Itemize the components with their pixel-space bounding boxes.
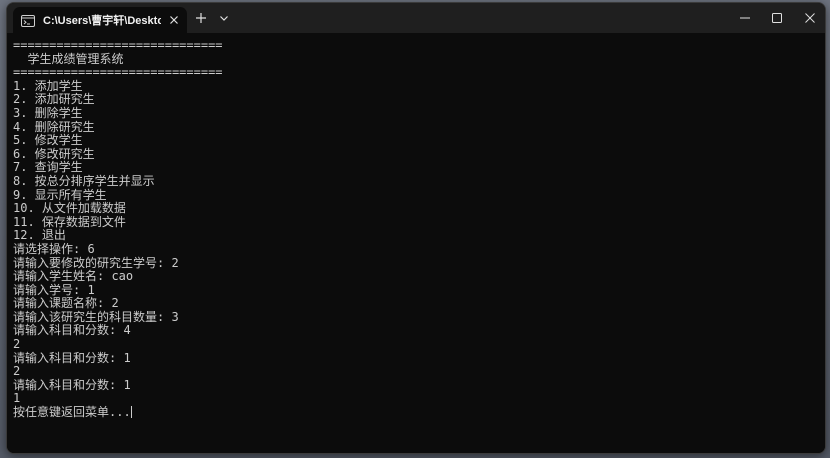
console-line: 6. 修改研究生 [13,146,95,161]
console-line: 1. 添加学生 [13,78,83,93]
maximize-icon [772,13,782,23]
new-tab-plus-icon[interactable] [193,10,209,26]
minimize-icon [740,17,750,19]
console-line: 8. 按总分排序学生并显示 [13,173,155,188]
console-line: 7. 查询学生 [13,160,83,175]
console-line: 请输入学号: 1 [13,282,95,297]
close-icon [805,13,815,23]
console-line: 1 [13,391,21,406]
console-line: 5. 修改学生 [13,133,83,148]
console-line: ============================= [13,65,223,80]
console-line: 请输入科目和分数: 1 [13,350,131,365]
maximize-button[interactable] [760,3,794,33]
text-cursor [130,406,132,419]
terminal-tab[interactable]: C:\Users\曹宇轩\Desktop\sco [13,7,187,33]
console-line: 请选择操作: 6 [13,241,95,256]
terminal-window: C:\Users\曹宇轩\Desktop\sco [6,2,826,454]
console-line: 请输入科目和分数: 1 [13,377,131,392]
minimize-button[interactable] [728,3,762,33]
console-output[interactable]: ============================= 学生成绩管理系统 ==… [7,33,825,453]
console-line: 请输入该研究生的科目数量: 3 [13,309,179,324]
console-line: 9. 显示所有学生 [13,187,107,202]
console-line: 2. 添加研究生 [13,92,95,107]
chevron-down-icon[interactable] [217,11,231,25]
console-line: 11. 保存数据到文件 [13,214,126,229]
console-line: 请输入要修改的研究生学号: 2 [13,255,179,270]
console-line: 3. 删除学生 [13,105,83,120]
console-line: 学生成绩管理系统 [13,51,124,66]
close-window-button[interactable] [793,3,825,33]
tab-title: C:\Users\曹宇轩\Desktop\sco [43,15,161,27]
console-line: 按任意键返回菜单... [13,405,132,420]
console-line: 请输入科目和分数: 4 [13,323,131,338]
console-line: 10. 从文件加载数据 [13,201,126,216]
console-line: 请输入学生姓名: cao [13,269,134,284]
console-line: ============================= [13,38,223,52]
title-bar: C:\Users\曹宇轩\Desktop\sco [7,3,825,33]
console-line: 2 [13,364,21,379]
console-line: 4. 删除研究生 [13,119,95,134]
console-line: 12. 退出 [13,228,66,243]
console-line: 请输入课题名称: 2 [13,296,119,311]
terminal-icon [21,14,35,27]
console-line: 2 [13,337,21,352]
tab-close-icon[interactable] [167,13,181,27]
